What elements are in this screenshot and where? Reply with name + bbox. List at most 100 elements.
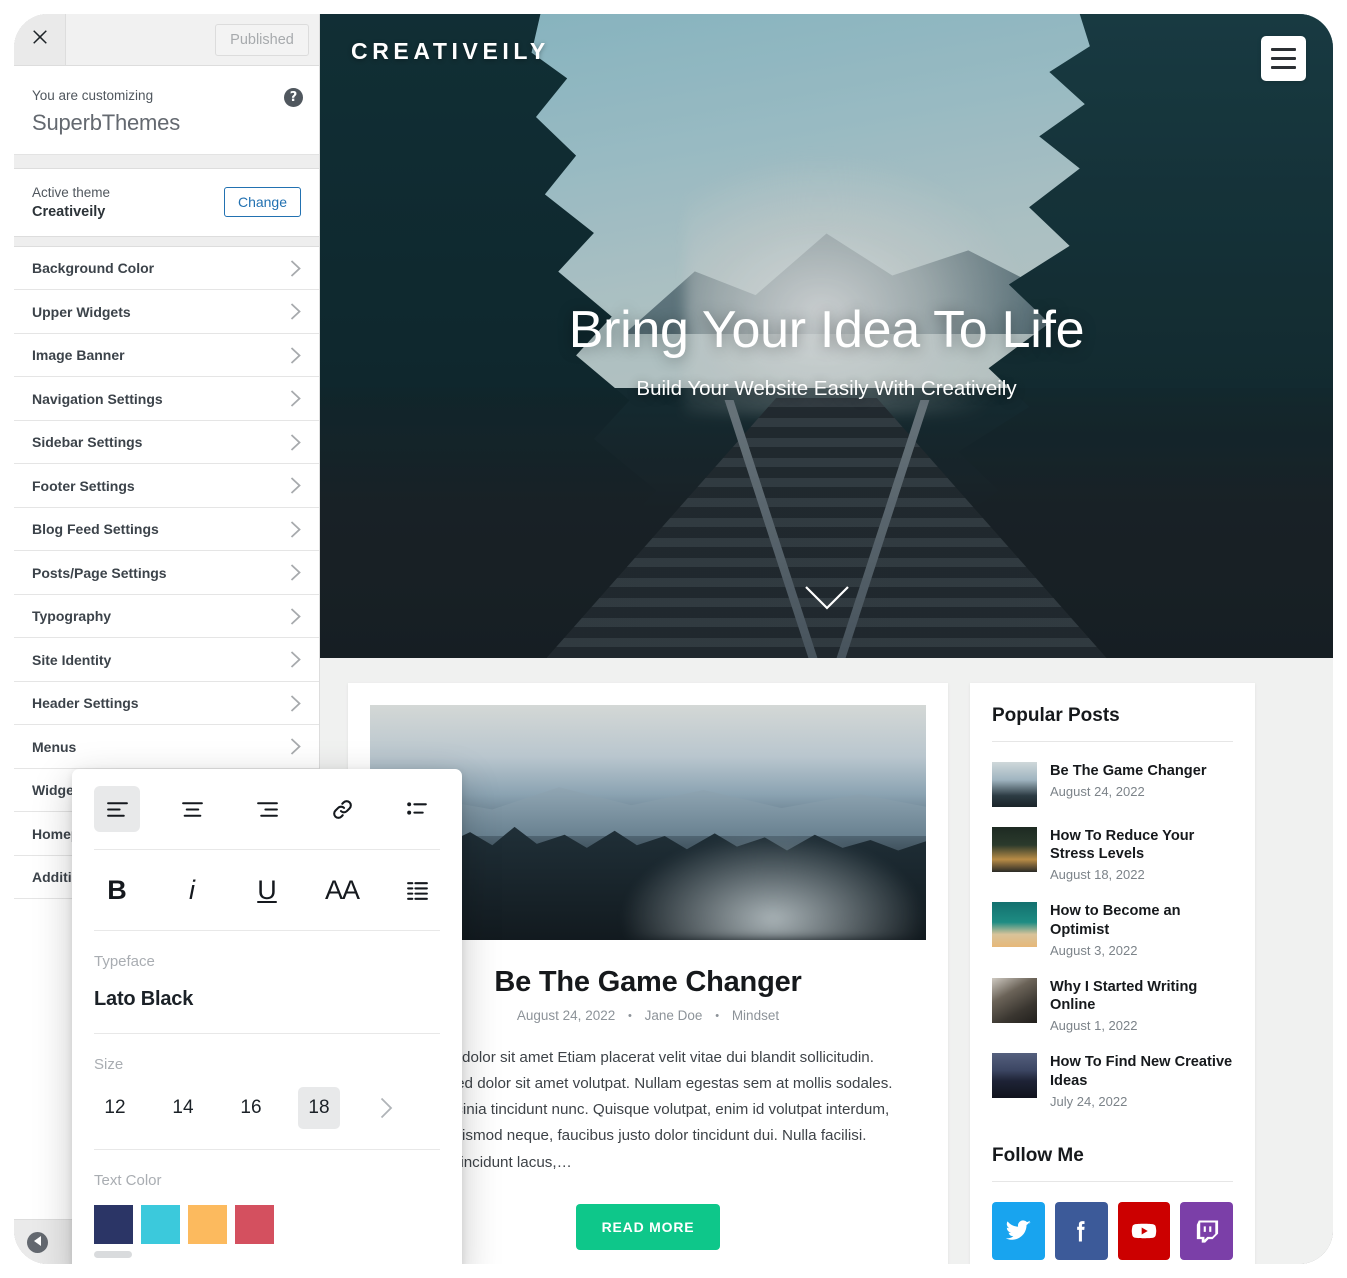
align-left-icon[interactable] bbox=[94, 786, 140, 832]
popular-post-item[interactable]: How To Find New Creative Ideas July 24, 2… bbox=[992, 1053, 1233, 1109]
chevron-right-icon bbox=[290, 346, 301, 364]
customizer-item-sidebar-settings[interactable]: Sidebar Settings bbox=[14, 421, 319, 465]
text-color-label: Text Color bbox=[94, 1172, 162, 1189]
post-category[interactable]: Mindset bbox=[732, 1008, 779, 1023]
chevron-right-icon bbox=[290, 564, 301, 581]
underline-icon[interactable]: U bbox=[244, 867, 290, 913]
customizer-item-blog-feed-settings[interactable]: Blog Feed Settings bbox=[14, 508, 319, 552]
chevron-right-icon bbox=[290, 390, 301, 407]
popular-post-item[interactable]: Be The Game Changer August 24, 2022 bbox=[992, 762, 1233, 807]
chevron-right-icon bbox=[290, 477, 301, 494]
font-size-icon-label: AA bbox=[324, 874, 360, 905]
popular-post-title[interactable]: How To Reduce Your Stress Levels bbox=[1050, 827, 1233, 863]
more-sizes-chevron-right-icon[interactable] bbox=[380, 1097, 393, 1119]
post-author[interactable]: Jane Doe bbox=[645, 1008, 703, 1023]
section-spacer bbox=[14, 155, 319, 170]
italic-icon[interactable]: i bbox=[169, 867, 215, 913]
publish-area: Published bbox=[66, 14, 319, 65]
alignment-toolbar bbox=[72, 769, 462, 849]
popular-post-title[interactable]: How to Become an Optimist bbox=[1050, 902, 1233, 938]
popular-post-item[interactable]: How to Become an Optimist August 3, 2022 bbox=[992, 902, 1233, 958]
close-button[interactable] bbox=[14, 14, 66, 65]
customizer-item-posts-page-settings[interactable]: Posts/Page Settings bbox=[14, 551, 319, 595]
color-swatch-2[interactable] bbox=[141, 1205, 180, 1258]
link-icon[interactable] bbox=[319, 786, 365, 832]
typography-toolbar-panel: Bi U AA Typeface Lato Black Size 12 14 16 18 … bbox=[72, 769, 462, 1264]
popular-post-thumbnail bbox=[992, 1053, 1037, 1099]
facebook-icon[interactable] bbox=[1054, 1201, 1108, 1260]
font-size-icon[interactable]: AA bbox=[319, 867, 365, 913]
chevron-right-icon bbox=[290, 651, 301, 668]
customizer-item-menus[interactable]: Menus bbox=[14, 725, 319, 769]
bold-icon[interactable]: B bbox=[94, 867, 140, 913]
size-option-14[interactable]: 14 bbox=[162, 1087, 204, 1129]
typeface-label: Typeface bbox=[94, 953, 155, 970]
scroll-down-button[interactable] bbox=[804, 584, 850, 617]
color-swatch-1[interactable] bbox=[94, 1205, 133, 1258]
popular-post-date: August 1, 2022 bbox=[1050, 1018, 1138, 1034]
collapse-sidebar-button[interactable] bbox=[27, 1231, 48, 1253]
text-color-section: Text Color bbox=[72, 1150, 462, 1258]
color-swatches bbox=[94, 1205, 440, 1258]
customizer-item-typography[interactable]: Typography bbox=[14, 595, 319, 639]
popular-post-title[interactable]: How To Find New Creative Ideas bbox=[1050, 1053, 1233, 1089]
hero-banner: CREATIVEILY Bring Your Idea To Life Buil… bbox=[320, 14, 1333, 658]
active-theme-label: Active theme bbox=[32, 185, 111, 201]
italic-icon-label: i bbox=[189, 874, 195, 905]
color-swatch-4[interactable] bbox=[235, 1205, 274, 1258]
popular-post-title[interactable]: Why I Started Writing Online bbox=[1050, 978, 1233, 1014]
chevron-down-icon bbox=[804, 586, 850, 616]
twitter-icon[interactable] bbox=[992, 1201, 1045, 1260]
popular-post-thumbnail bbox=[992, 762, 1037, 807]
align-center-icon[interactable] bbox=[169, 786, 215, 832]
size-option-18[interactable]: 18 bbox=[298, 1087, 340, 1129]
hero-title: Bring Your Idea To Life bbox=[568, 301, 1085, 359]
device-frame: Published You are customizing SuperbThem… bbox=[14, 14, 1333, 1264]
popular-post-item[interactable]: How To Reduce Your Stress Levels August 1… bbox=[992, 827, 1233, 882]
customizer-item-navigation-settings[interactable]: Navigation Settings bbox=[14, 377, 319, 421]
hero-copy: Bring Your Idea To Life Build Your Websi… bbox=[320, 301, 1333, 401]
typeface-section: Typeface Lato Black bbox=[72, 931, 462, 1011]
customizing-info: You are customizing SuperbThemes ? bbox=[14, 66, 319, 156]
popular-post-thumbnail bbox=[992, 902, 1037, 948]
popular-post-date: August 24, 2022 bbox=[1050, 784, 1145, 800]
typeface-value[interactable]: Lato Black bbox=[94, 988, 440, 1011]
theme-preview: CREATIVEILY Bring Your Idea To Life Buil… bbox=[320, 14, 1333, 1264]
follow-me-heading: Follow Me bbox=[992, 1145, 1233, 1182]
customizer-item-label: Site Identity bbox=[32, 651, 112, 668]
bold-icon-label: B bbox=[107, 874, 127, 905]
customizer-item-label: Blog Feed Settings bbox=[32, 521, 159, 538]
help-icon[interactable]: ? bbox=[284, 88, 303, 107]
popular-posts-list: Be The Game Changer August 24, 2022 How To… bbox=[992, 762, 1233, 1109]
popular-post-thumbnail bbox=[992, 827, 1037, 872]
hamburger-menu-icon[interactable] bbox=[1261, 36, 1306, 81]
change-theme-button[interactable]: Change bbox=[223, 186, 301, 217]
customizer-item-image-banner[interactable]: Image Banner bbox=[14, 334, 319, 378]
twitch-icon[interactable] bbox=[1180, 1201, 1233, 1260]
color-swatch-3[interactable] bbox=[188, 1205, 227, 1258]
site-logo[interactable]: CREATIVEILY bbox=[351, 38, 550, 65]
line-height-icon[interactable] bbox=[394, 867, 440, 913]
active-theme-name: Creativeily bbox=[32, 203, 106, 220]
hero-subtitle: Build Your Website Easily With Creativei… bbox=[636, 376, 1017, 400]
read-more-button[interactable]: READ MORE bbox=[575, 1203, 721, 1250]
popular-post-title[interactable]: Be The Game Changer bbox=[1050, 762, 1233, 780]
customizer-item-upper-widgets[interactable]: Upper Widgets bbox=[14, 290, 319, 334]
size-option-16[interactable]: 16 bbox=[230, 1087, 272, 1129]
customizer-item-footer-settings[interactable]: Footer Settings bbox=[14, 464, 319, 508]
youtube-icon[interactable] bbox=[1117, 1201, 1171, 1260]
size-option-12[interactable]: 12 bbox=[94, 1087, 136, 1129]
customizer-topbar: Published bbox=[14, 14, 319, 66]
popular-post-date: July 24, 2022 bbox=[1050, 1093, 1128, 1109]
chevron-right-icon bbox=[290, 303, 301, 320]
active-theme-row: Active theme Creativeily Change bbox=[14, 169, 319, 237]
customizer-item-label: Background Color bbox=[32, 260, 155, 277]
chevron-right-icon bbox=[290, 694, 301, 712]
bullet-list-icon[interactable] bbox=[394, 786, 440, 832]
customizer-item-background-color[interactable]: Background Color bbox=[14, 247, 319, 291]
customizer-item-site-identity[interactable]: Site Identity bbox=[14, 638, 319, 682]
align-right-icon[interactable] bbox=[244, 786, 290, 832]
popular-post-item[interactable]: Why I Started Writing Online August 1, 20… bbox=[992, 977, 1233, 1034]
publish-button[interactable]: Published bbox=[215, 23, 309, 56]
customizer-item-header-settings[interactable]: Header Settings bbox=[14, 682, 319, 726]
